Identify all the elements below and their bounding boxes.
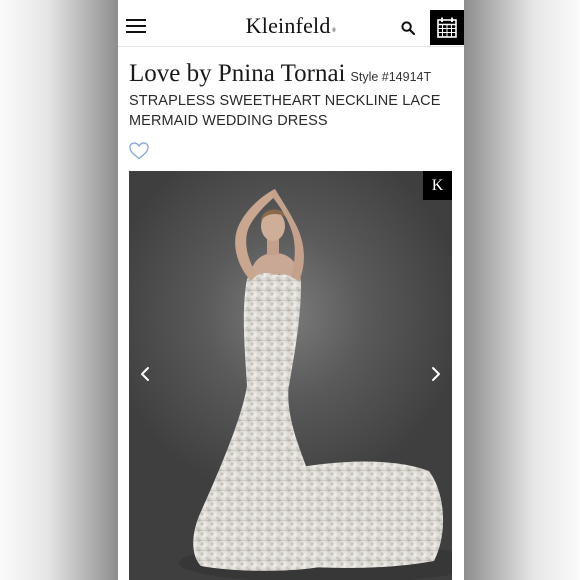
chevron-right-icon[interactable] <box>426 364 444 384</box>
dress-description: STRAPLESS SWEETHEART NECKLINE LACE MERMA… <box>129 93 441 129</box>
search-icon[interactable] <box>401 21 416 36</box>
wedding-dress-photo <box>179 189 452 580</box>
designer-name[interactable]: Love by Pnina Tornai <box>129 60 346 87</box>
style-number: Style #14914T <box>350 70 432 84</box>
logo-text: Kleinfeld <box>245 13 331 38</box>
book-appointment-button[interactable] <box>430 10 464 45</box>
product-photo-carousel[interactable]: K <box>129 171 452 580</box>
calendar-icon <box>437 17 457 38</box>
mobile-page: Kleinfeld® Love by Pnina Tornai Style #1… <box>118 0 464 580</box>
product-heading: Love by Pnina Tornai Style #14914T <box>129 60 431 88</box>
chevron-left-icon[interactable] <box>137 364 155 384</box>
kleinfeld-badge: K <box>423 171 452 200</box>
heart-outline-icon[interactable] <box>129 142 149 160</box>
site-header: Kleinfeld® <box>118 0 464 47</box>
logo-registered-mark: ® <box>331 28 337 34</box>
